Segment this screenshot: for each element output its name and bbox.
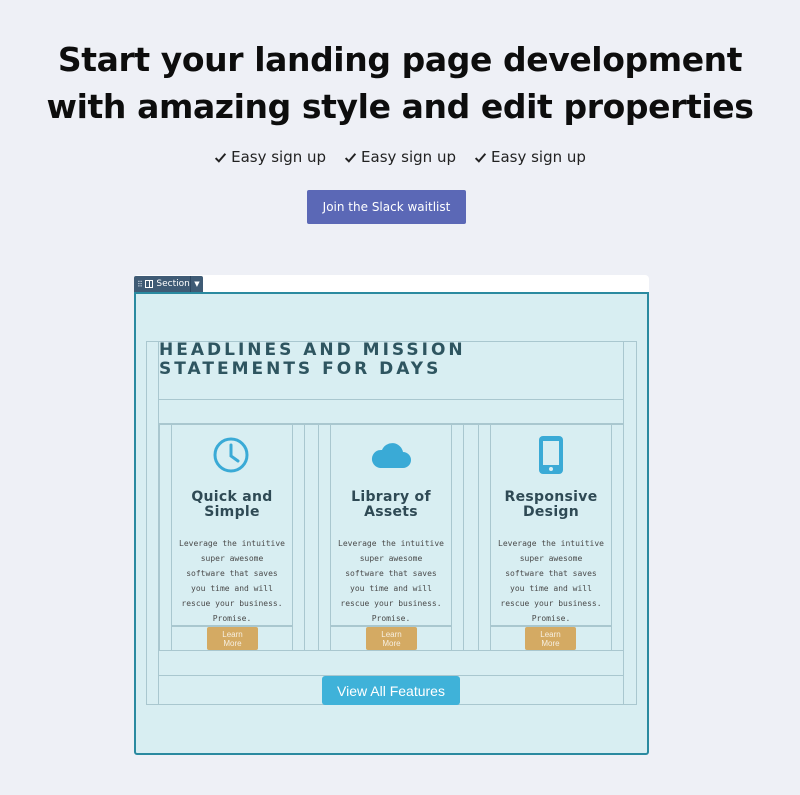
join-slack-waitlist-button[interactable]: Join the Slack waitlist [307, 190, 466, 224]
section-tag-label: Section [156, 279, 190, 289]
mobile-phone-icon [538, 435, 564, 475]
section-layout-icon [144, 280, 154, 288]
feature-description[interactable]: Leverage the intuitive super awesome sof… [172, 536, 292, 626]
checkmark-icon [215, 152, 227, 163]
clock-icon [212, 436, 250, 474]
benefit-item: Easy sign up [474, 148, 586, 166]
hero-title-line-2: with amazing style and edit properties [46, 87, 754, 126]
learn-more-button[interactable]: Learn More [366, 627, 417, 650]
feature-description[interactable]: Leverage the intuitive super awesome sof… [331, 536, 451, 626]
checkmark-icon [474, 152, 487, 163]
cloud-icon [370, 440, 412, 470]
learn-more-button[interactable]: Learn More [525, 627, 576, 650]
feature-title[interactable]: Library of Assets [331, 490, 451, 520]
layout-guide-headline-row [158, 399, 624, 424]
learn-more-button[interactable]: Learn More [207, 627, 258, 650]
hero-title-line-1: Start your landing page development [57, 40, 743, 79]
view-all-features-button[interactable]: View All Features [322, 676, 460, 705]
feature-card-3: Responsive Design Leverage the intuitive… [491, 490, 611, 626]
benefit-item: Easy sign up [214, 148, 326, 166]
benefit-label: Easy sign up [361, 148, 456, 166]
hero-title: Start your landing page development with… [0, 36, 800, 130]
benefit-checklist: Easy sign up Easy sign up Easy sign up [0, 148, 800, 166]
section-tag[interactable]: ⠿ Section ▼ [134, 276, 203, 292]
benefit-label: Easy sign up [490, 148, 586, 166]
section-headline[interactable]: HEADLINES AND MISSION STATEMENTS FOR DAY… [159, 341, 466, 379]
chevron-down-icon[interactable]: ▼ [189, 276, 203, 292]
benefit-item: Easy sign up [344, 148, 456, 166]
drag-handle-icon[interactable]: ⠿ [137, 280, 143, 289]
feature-card-1: Quick and Simple Leverage the intuitive … [172, 490, 292, 626]
feature-title[interactable]: Quick and Simple [172, 490, 292, 520]
feature-description[interactable]: Leverage the intuitive super awesome sof… [491, 536, 611, 626]
checkmark-icon [344, 152, 357, 163]
feature-card-2: Library of Assets Leverage the intuitive… [331, 490, 451, 626]
feature-title[interactable]: Responsive Design [491, 490, 611, 520]
benefit-label: Easy sign up [231, 148, 327, 166]
